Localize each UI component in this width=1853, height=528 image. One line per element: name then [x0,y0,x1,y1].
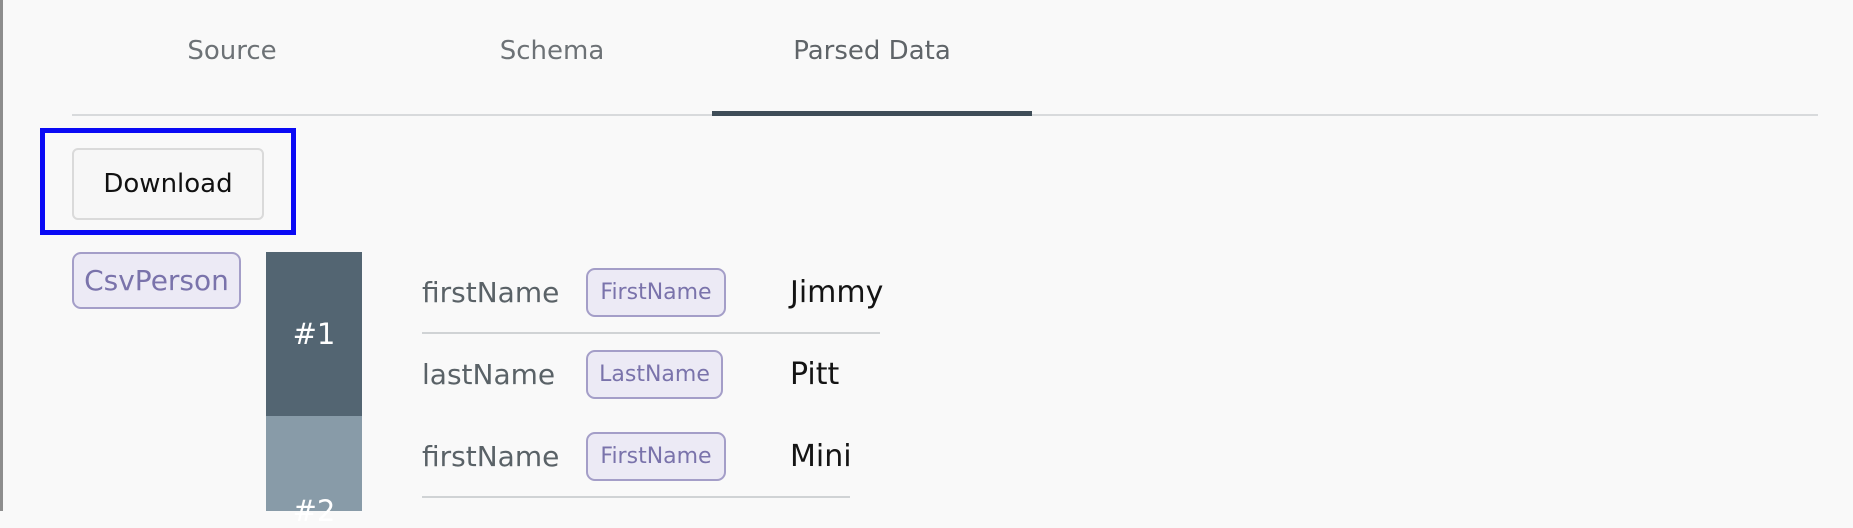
record-index-1: #1 [266,252,362,416]
window-edge [0,0,3,511]
field-value: Jimmy [790,274,884,310]
download-button[interactable]: Download [72,148,264,220]
field-name: firstName [422,439,560,473]
tab-source[interactable]: Source [72,0,392,116]
record-index-label: #2 [292,494,336,528]
field-value: Pitt [790,356,840,392]
active-tab-indicator [712,111,1032,116]
field-row: firstName FirstName Mini [422,416,852,498]
tab-bar: Source Schema Parsed Data [72,0,1818,116]
field-row: firstName FirstName Jimmy [422,252,884,334]
field-row: lastName LastName Pitt [422,334,880,416]
field-value: Mini [790,438,852,474]
field-type-tag: LastName [586,350,723,399]
record-index-label: #1 [292,317,336,351]
record-index-2: #2 [266,416,362,528]
field-name: lastName [422,357,556,391]
tab-parsed-data[interactable]: Parsed Data [712,0,1032,116]
field-type-tag: FirstName [586,432,726,481]
field-type-tag: FirstName [586,268,726,317]
tab-schema[interactable]: Schema [392,0,712,116]
field-name: firstName [422,275,560,309]
record-type-tag: CsvPerson [72,252,241,309]
